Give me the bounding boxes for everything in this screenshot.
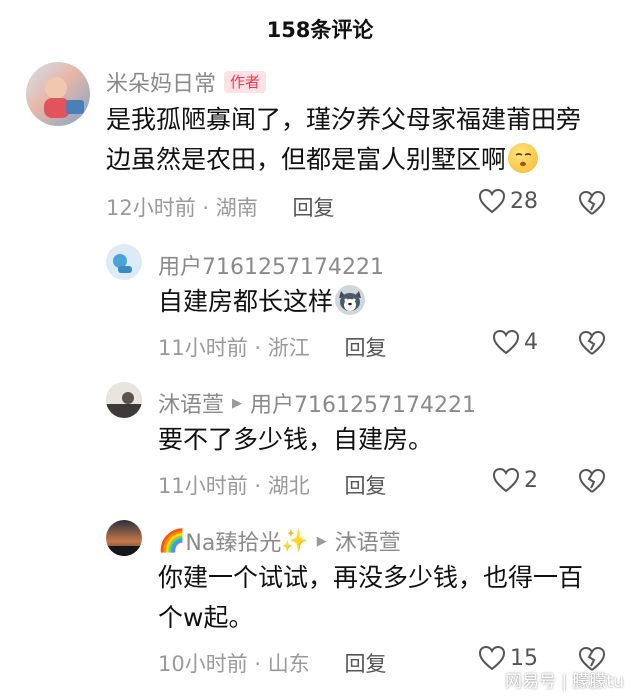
comment-text-line: 个w起。 bbox=[158, 603, 254, 632]
avatar[interactable] bbox=[106, 382, 142, 418]
timestamp: 11小时前 bbox=[158, 336, 248, 360]
like-button[interactable]: 2 bbox=[492, 467, 538, 493]
reply-arrow-icon: ▶ bbox=[232, 395, 243, 411]
comment-meta: 11小时前 · 湖北 回复 bbox=[158, 470, 386, 500]
like-count: 28 bbox=[510, 188, 538, 214]
comment-text: 你建一个试试，再没多少钱，也得一百 个w起。 bbox=[158, 558, 618, 638]
location: 湖北 bbox=[267, 474, 310, 498]
avatar[interactable] bbox=[26, 62, 90, 126]
comment-text-line: 边虽然是农田，但都是富人别墅区啊 bbox=[106, 145, 507, 174]
reply-to-username[interactable]: 沐语萱 bbox=[335, 525, 401, 557]
author-badge: 作者 bbox=[224, 71, 267, 93]
separator: · bbox=[202, 196, 210, 220]
like-button[interactable]: 4 bbox=[492, 329, 538, 355]
timestamp: 11小时前 bbox=[158, 474, 248, 498]
comment-count-title: 158条评论 bbox=[266, 18, 374, 42]
reply-button[interactable]: 回复 bbox=[344, 336, 386, 360]
reply-to-username[interactable]: 用户7161257174221 bbox=[250, 387, 476, 419]
separator: · bbox=[254, 652, 262, 676]
location: 山东 bbox=[267, 652, 310, 676]
avatar[interactable] bbox=[106, 520, 142, 556]
heart-icon bbox=[492, 467, 520, 493]
broken-heart-icon[interactable] bbox=[578, 330, 606, 356]
username[interactable]: 沐语萱 bbox=[158, 387, 224, 419]
sleepy-face-icon bbox=[508, 143, 539, 173]
like-count: 2 bbox=[524, 467, 538, 493]
comment-text-line: 要不了多少钱，自建房。 bbox=[158, 425, 434, 454]
comment-text-line: 是我孤陋寡闻了，瑾汐养父母家福建莆田旁 bbox=[106, 105, 582, 134]
username[interactable]: 米朵妈日常 bbox=[106, 66, 216, 98]
timestamp: 10小时前 bbox=[158, 652, 248, 676]
broken-heart-icon[interactable] bbox=[578, 190, 606, 216]
comment-meta: 10小时前 · 山东 回复 bbox=[158, 648, 386, 678]
heart-icon bbox=[478, 188, 506, 214]
heart-icon bbox=[478, 645, 506, 671]
reply-button[interactable]: 回复 bbox=[344, 474, 386, 498]
separator: · bbox=[254, 336, 262, 360]
avatar[interactable] bbox=[106, 244, 142, 280]
heart-icon bbox=[492, 329, 520, 355]
location: 浙江 bbox=[267, 336, 310, 360]
timestamp: 12小时前 bbox=[106, 196, 196, 220]
comment-meta: 12小时前 · 湖南 回复 bbox=[106, 192, 334, 222]
like-button[interactable]: 28 bbox=[478, 188, 538, 214]
sparkles-emoji: ✨ bbox=[281, 528, 309, 554]
separator: · bbox=[254, 474, 262, 498]
comment-text-line: 你建一个试试，再没多少钱，也得一百 bbox=[158, 563, 584, 592]
reply-button[interactable]: 回复 bbox=[344, 652, 386, 676]
broken-heart-icon[interactable] bbox=[578, 468, 606, 494]
username[interactable]: 用户7161257174221 bbox=[158, 249, 384, 281]
comment-text: 自建房都长这样 bbox=[158, 282, 618, 322]
comment-meta: 11小时前 · 浙江 回复 bbox=[158, 332, 386, 362]
comment-text-line: 自建房都长这样 bbox=[158, 287, 334, 316]
reply-button[interactable]: 回复 bbox=[292, 196, 334, 220]
reply-arrow-icon: ▶ bbox=[316, 533, 327, 549]
username[interactable]: Na臻拾光 bbox=[185, 525, 281, 557]
comment-text: 要不了多少钱，自建房。 bbox=[158, 420, 618, 460]
husky-face-icon bbox=[335, 285, 366, 315]
rainbow-emoji: 🌈 bbox=[158, 528, 186, 554]
like-count: 4 bbox=[524, 329, 538, 355]
location: 湖南 bbox=[215, 196, 258, 220]
watermark: 网易号 | 朦朦tu bbox=[505, 672, 624, 692]
comment-text: 是我孤陋寡闻了，瑾汐养父母家福建莆田旁 边虽然是农田，但都是富人别墅区啊 bbox=[106, 100, 616, 180]
comments-panel: 158条评论 米朵妈日常 作者 是我孤陋寡闻了，瑾汐养父母家福建莆田旁 边虽然是… bbox=[0, 0, 640, 700]
